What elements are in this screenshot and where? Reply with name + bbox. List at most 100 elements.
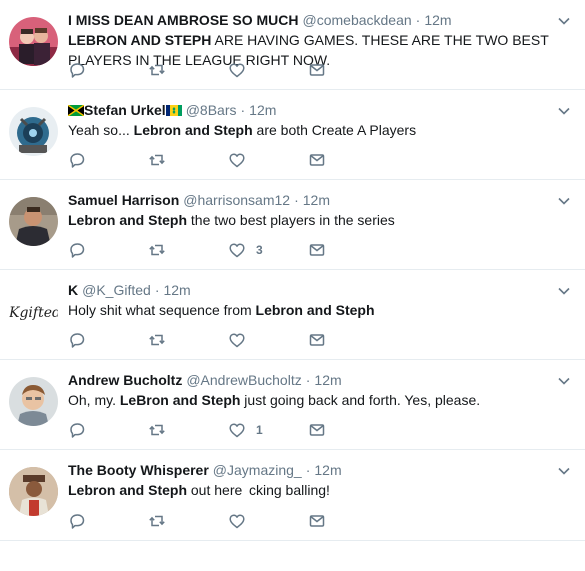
tweet-actions <box>68 331 388 349</box>
more-options-button[interactable] <box>557 194 571 206</box>
more-options-button[interactable] <box>557 374 571 386</box>
tweet-header: I MISS DEAN AMBROSE SO MUCH @comebackdean… <box>68 10 585 30</box>
like-icon <box>229 333 245 348</box>
tweet-text: Oh, my. LeBron and Steph just going back… <box>68 390 578 410</box>
direct-message-button[interactable] <box>308 151 388 169</box>
dm-icon <box>309 244 325 256</box>
like-button[interactable] <box>228 512 308 530</box>
display-name[interactable]: Samuel Harrison <box>68 190 179 210</box>
direct-message-button[interactable] <box>308 421 388 439</box>
like-button[interactable] <box>228 151 308 169</box>
dm-icon <box>309 515 325 527</box>
separator-dot: · <box>294 192 299 208</box>
reply-button[interactable] <box>68 512 148 530</box>
reply-button[interactable] <box>68 61 148 79</box>
reply-button[interactable] <box>68 421 148 439</box>
tweet-actions <box>68 151 388 169</box>
like-icon <box>229 153 245 168</box>
like-icon <box>229 423 245 438</box>
like-button[interactable]: 1 <box>228 421 308 439</box>
retweet-icon <box>149 334 165 346</box>
like-icon <box>229 63 245 78</box>
tweet-header: Andrew Bucholtz @AndrewBucholtz · 12m <box>68 370 585 390</box>
dm-icon <box>309 64 325 76</box>
separator-dot: · <box>415 12 421 28</box>
tweet-feed: I MISS DEAN AMBROSE SO MUCH @comebackdean… <box>0 0 585 541</box>
reply-button[interactable] <box>68 241 148 259</box>
timestamp[interactable]: 12m <box>424 10 451 30</box>
reply-icon <box>70 333 85 348</box>
text-segment: Holy shit what sequence from <box>68 302 256 318</box>
avatar[interactable] <box>9 377 58 426</box>
more-options-button[interactable] <box>557 464 571 476</box>
display-name[interactable]: K <box>68 280 78 300</box>
user-handle[interactable]: @AndrewBucholtz <box>186 370 301 390</box>
tweet-text: Lebron and Steph the two best players in… <box>68 210 578 230</box>
text-segment: Oh, my. <box>68 392 120 408</box>
display-name-text: Stefan Urkel <box>84 102 166 118</box>
avatar[interactable] <box>9 17 58 66</box>
timestamp[interactable]: 12m <box>314 460 341 480</box>
like-icon <box>229 243 245 258</box>
tweet-text: Holy shit what sequence from Lebron and … <box>68 300 578 320</box>
tweet-actions <box>68 512 388 530</box>
more-options-button[interactable] <box>557 284 571 296</box>
dm-icon <box>309 334 325 346</box>
tweet-text: Lebron and Steph out here cking balling! <box>68 480 578 500</box>
retweet-icon <box>149 64 165 76</box>
retweet-button[interactable] <box>148 151 228 169</box>
reply-button[interactable] <box>68 331 148 349</box>
avatar[interactable]: Kgifted <box>9 287 58 336</box>
display-name[interactable]: I MISS DEAN AMBROSE SO MUCH <box>68 10 299 30</box>
separator-dot: · <box>305 372 311 388</box>
tweet-header: K @K_Gifted · 12m <box>68 280 585 300</box>
display-name[interactable]: Andrew Bucholtz <box>68 370 182 390</box>
user-handle[interactable]: @harrisonsam12 <box>183 190 290 210</box>
display-name[interactable]: Stefan Urkel <box>68 100 182 120</box>
avatar[interactable] <box>9 197 58 246</box>
avatar[interactable] <box>9 107 58 156</box>
tweet-item[interactable]: Samuel Harrison @harrisonsam12 · 12m Lebron … <box>0 180 585 270</box>
timestamp[interactable]: 12m <box>249 100 276 120</box>
like-button[interactable] <box>228 331 308 349</box>
retweet-button[interactable] <box>148 331 228 349</box>
reply-button[interactable] <box>68 151 148 169</box>
retweet-icon <box>149 515 165 527</box>
avatar-logo-text: Kgifted <box>9 305 58 321</box>
avatar[interactable] <box>9 467 58 516</box>
retweet-icon <box>149 244 165 256</box>
tweet-actions <box>68 61 388 79</box>
like-button[interactable]: 3 <box>228 241 308 259</box>
saint-vincent-flag-icon <box>165 105 182 116</box>
user-handle[interactable]: @Jaymazing_ <box>213 460 302 480</box>
timestamp[interactable]: 12m <box>314 370 341 390</box>
timestamp[interactable]: 12m <box>163 280 190 300</box>
direct-message-button[interactable] <box>308 512 388 530</box>
retweet-button[interactable] <box>148 241 228 259</box>
more-options-button[interactable] <box>557 14 571 26</box>
display-name[interactable]: The Booty Whisperer <box>68 460 209 480</box>
direct-message-button[interactable] <box>308 61 388 79</box>
retweet-button[interactable] <box>148 61 228 79</box>
tweet-item[interactable]: Andrew Bucholtz @AndrewBucholtz · 12m Oh, my… <box>0 360 585 450</box>
retweet-button[interactable] <box>148 512 228 530</box>
retweet-icon <box>149 424 165 436</box>
tweet-item[interactable]: The Booty Whisperer @Jaymazing_ · 12m Lebron… <box>0 450 585 541</box>
tweet-item[interactable]: I MISS DEAN AMBROSE SO MUCH @comebackdean… <box>0 0 585 90</box>
direct-message-button[interactable] <box>308 241 388 259</box>
jamaica-flag-icon <box>68 105 84 116</box>
highlighted-keyword: Lebron and Steph <box>255 302 375 318</box>
tweet-actions: 3 <box>68 241 388 259</box>
retweet-button[interactable] <box>148 421 228 439</box>
tweet-item[interactable]: Stefan Urkel @8Bars · 12m Yeah so... Lebron … <box>0 90 585 180</box>
direct-message-button[interactable] <box>308 331 388 349</box>
reply-icon <box>70 514 85 529</box>
tweet-header: The Booty Whisperer @Jaymazing_ · 12m <box>68 460 585 480</box>
more-options-button[interactable] <box>557 104 571 116</box>
timestamp[interactable]: 12m <box>303 190 330 210</box>
tweet-item[interactable]: Kgifted K @K_Gifted · 12m Holy shit what sequ… <box>0 270 585 360</box>
like-button[interactable] <box>228 61 308 79</box>
user-handle[interactable]: @K_Gifted <box>82 280 151 300</box>
user-handle[interactable]: @comebackdean <box>303 10 412 30</box>
user-handle[interactable]: @8Bars <box>186 100 237 120</box>
